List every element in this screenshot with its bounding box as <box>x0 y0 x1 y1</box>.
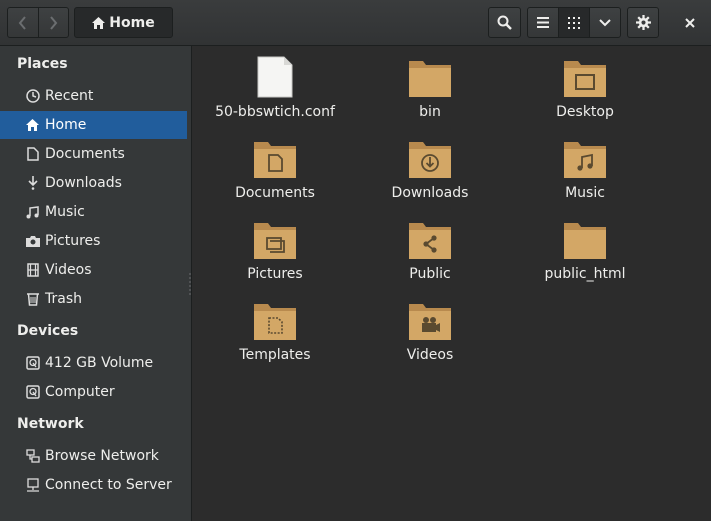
file-item[interactable]: Templates <box>200 290 350 366</box>
file-name: Documents <box>235 185 315 201</box>
file-item[interactable]: Downloads <box>355 128 505 204</box>
folder-videos-icon <box>409 304 451 340</box>
sidebar-item-label: Documents <box>45 146 125 162</box>
settings-button[interactable] <box>627 7 659 38</box>
sidebar-item-label: Connect to Server <box>45 477 172 493</box>
file-item[interactable]: Public <box>355 209 505 285</box>
sidebar-item-pictures[interactable]: Pictures <box>0 227 187 255</box>
sidebar-item-computer[interactable]: Computer <box>0 378 187 406</box>
gear-icon <box>635 15 651 30</box>
file-item[interactable]: Pictures <box>200 209 350 285</box>
path-label: Home <box>109 14 155 31</box>
sidebar-item-label: Recent <box>45 88 94 104</box>
drive-icon <box>25 356 40 371</box>
file-item[interactable]: Desktop <box>510 47 660 123</box>
sidebar-item-412-gb-volume[interactable]: 412 GB Volume <box>0 349 187 377</box>
film-icon <box>25 263 40 278</box>
grid-view-icon <box>568 16 580 29</box>
file-view: 50-bbswtich.conf bin Desktop Documents D… <box>193 47 711 521</box>
close-icon <box>684 17 695 28</box>
file-item[interactable]: Documents <box>200 128 350 204</box>
file-name: Templates <box>239 347 311 363</box>
sidebar-item-label: Computer <box>45 384 115 400</box>
sidebar-item-documents[interactable]: Documents <box>0 140 187 168</box>
places-section-title: Places <box>17 56 68 72</box>
sidebar-item-label: Music <box>45 204 85 220</box>
devices-section-title: Devices <box>17 323 79 339</box>
file-item[interactable]: public_html <box>510 209 660 285</box>
file-name: Downloads <box>391 185 469 201</box>
file-name: Music <box>565 185 605 201</box>
view-menu-button[interactable] <box>589 8 620 37</box>
network-section-title: Network <box>17 416 84 432</box>
file-item[interactable]: bin <box>355 47 505 123</box>
trash-icon <box>25 292 40 307</box>
folder-icon <box>409 61 451 97</box>
sidebar-item-label: Trash <box>45 291 82 307</box>
file-item[interactable]: Music <box>510 128 660 204</box>
network-icon <box>25 449 40 464</box>
sidebar-item-label: Browse Network <box>45 448 159 464</box>
folder-desktop-icon <box>564 61 606 97</box>
path-bar-home-button[interactable]: Home <box>74 7 173 38</box>
sidebar-item-music[interactable]: Music <box>0 198 187 226</box>
file-name: bin <box>419 104 441 120</box>
sidebar-resize-handle[interactable] <box>189 272 191 296</box>
sidebar-item-label: Pictures <box>45 233 101 249</box>
list-view-button[interactable] <box>528 8 558 37</box>
file-name: public_html <box>544 266 626 282</box>
document-icon <box>25 147 40 162</box>
folder-publicshare-icon <box>409 223 451 259</box>
back-button[interactable] <box>8 8 38 37</box>
folder-pictures-icon <box>254 223 296 259</box>
sidebar-item-label: Downloads <box>45 175 122 191</box>
sidebar-item-trash[interactable]: Trash <box>0 285 187 313</box>
sidebar-item-downloads[interactable]: Downloads <box>0 169 187 197</box>
file-name: Videos <box>406 347 454 363</box>
clock-icon <box>25 89 40 104</box>
header-bar: Home <box>0 0 711 46</box>
file-name: Pictures <box>247 266 303 282</box>
forward-button[interactable] <box>37 8 69 37</box>
chevron-down-icon <box>599 18 611 26</box>
camera-icon <box>25 234 40 249</box>
file-item[interactable]: 50-bbswtich.conf <box>200 47 350 123</box>
file-name: 50-bbswtich.conf <box>215 104 335 120</box>
view-buttons <box>527 7 621 38</box>
go-forward-icon <box>50 15 58 30</box>
music-icon <box>25 205 40 220</box>
drive-icon <box>25 385 40 400</box>
file-item[interactable]: Videos <box>355 290 505 366</box>
sidebar-item-home[interactable]: Home <box>0 111 187 139</box>
search-button[interactable] <box>488 7 521 38</box>
sidebar-item-videos[interactable]: Videos <box>0 256 187 284</box>
home-icon <box>25 118 40 133</box>
sidebar-item-browse-network[interactable]: Browse Network <box>0 442 187 470</box>
sidebar-item-recent[interactable]: Recent <box>0 82 187 110</box>
text-file-icon <box>257 56 293 98</box>
file-name: Desktop <box>556 104 614 120</box>
go-back-icon <box>18 15 26 30</box>
navigation-buttons <box>7 7 69 38</box>
download-icon <box>25 176 40 191</box>
server-icon <box>25 478 40 493</box>
sidebar: Places Recent Home Documents Downloads M… <box>0 46 192 521</box>
close-window-button[interactable] <box>674 7 705 38</box>
list-view-icon <box>537 17 549 28</box>
sidebar-item-label: Home <box>45 117 87 133</box>
folder-icon <box>564 223 606 259</box>
home-icon <box>92 16 106 29</box>
sidebar-item-label: 412 GB Volume <box>45 355 154 371</box>
folder-download-icon <box>409 142 451 178</box>
sidebar-item-label: Videos <box>45 262 92 278</box>
folder-documents-icon <box>254 142 296 178</box>
search-icon <box>497 15 512 30</box>
sidebar-item-connect-to-server[interactable]: Connect to Server <box>0 471 187 499</box>
folder-templates-icon <box>254 304 296 340</box>
folder-music-icon <box>564 142 606 178</box>
grid-view-button[interactable] <box>558 8 589 37</box>
file-name: Public <box>409 266 451 282</box>
